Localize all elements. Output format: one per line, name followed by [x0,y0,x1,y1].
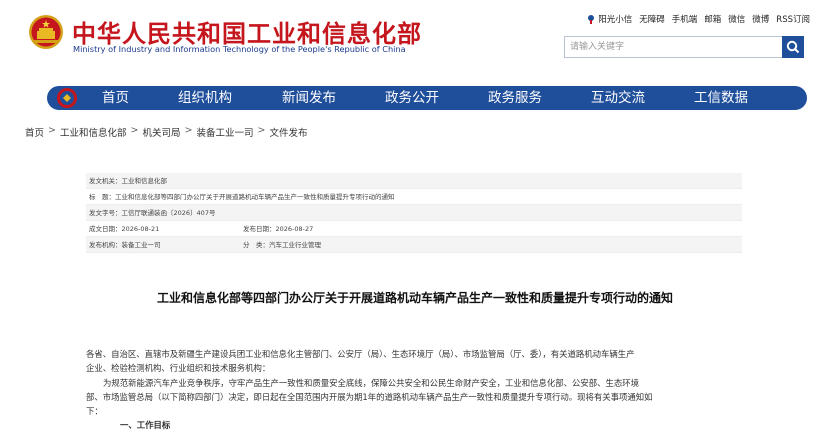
breadcrumb-separator: > [48,125,56,136]
breadcrumb-separator: > [130,125,139,136]
meta-title: 标 题：工业和信息化部等四部门办公厅关于开展道路机动车辆产品生产一致性和质量提升… [89,193,395,201]
main-nav: 首页 组织机构 新闻发布 政务公开 政务服务 互动交流 工信数据 [47,86,807,110]
body-line: 各省、自治区、直辖市及新疆生产建设兵团工业和信息化主管部门、公安厅（局）、生态环… [86,349,635,359]
meta-created-date: 成文日期：2026-08-21 [89,225,160,233]
nav-government-affairs[interactable]: 政务公开 [385,86,439,110]
nav-home[interactable]: 首页 [102,86,129,110]
toplink-mobile[interactable]: 手机端 [672,13,698,25]
ministry-logo-icon [57,88,77,108]
meta-category: 分 类：汽车工业行业管理 [243,241,321,249]
toplink-sunshine[interactable]: 阳光小信 [587,13,632,25]
meta-published-date: 发布日期：2026-08-27 [243,225,314,233]
toplink-wechat[interactable]: 微信 [728,13,745,25]
breadcrumb-separator: > [257,125,266,136]
document-body: 各省、自治区、直辖市及新疆生产建设兵团工业和信息化主管部门、公安厅（局）、生态环… [86,347,748,433]
section-heading: 一、工作目标 [120,420,171,431]
nav-news[interactable]: 新闻发布 [282,86,336,110]
body-line: 部、市场监管总局（以下简称四部门）决定，即日起在全国范围内开展为期1年的道路机动… [86,391,653,402]
search-input[interactable] [565,37,783,57]
breadcrumb-ministry[interactable]: 工业和信息化部 [60,125,127,139]
breadcrumb-departments[interactable]: 机关司局 [142,125,180,139]
toplink-label: 阳光小信 [598,15,633,25]
top-links: 阳光小信 无障碍 手机端 邮箱 微信 微博 RSS订阅 [587,13,810,25]
meta-row-doc-number: 发文字号：工信厅联通装函〔2026〕407号 [86,205,742,221]
toplink-accessibility[interactable]: 无障碍 [639,13,665,25]
meta-row-dates: 成文日期：2026-08-21 发布日期：2026-08-27 [86,221,742,237]
search-box [564,36,804,58]
toplink-rss[interactable]: RSS订阅 [776,13,810,25]
site-subtitle: Ministry of Industry and Information Tec… [73,44,406,54]
document-title: 工业和信息化部等四部门办公厅关于开展道路机动车辆产品生产一致性和质量提升专项行动… [156,291,673,305]
nav-organization[interactable]: 组织机构 [178,86,232,110]
breadcrumb-equipment-dept[interactable]: 装备工业一司 [196,125,253,139]
document-meta-table: 发文机关：工业和信息化部 标 题：工业和信息化部等四部门办公厅关于开展道路机动车… [86,173,742,253]
breadcrumb-home[interactable]: 首页 [25,125,44,139]
national-emblem-icon [29,15,63,49]
meta-agency: 发布机构：装备工业一司 [89,241,161,249]
toplink-weibo[interactable]: 微博 [752,13,769,25]
site-header: 中华人民共和国工业和信息化部 Ministry of Industry and … [0,0,830,78]
search-icon [786,40,800,54]
breadcrumb-documents[interactable]: 文件发布 [269,125,307,139]
sunshine-icon [588,15,595,24]
body-line: 下： [86,406,103,417]
meta-doc-number: 发文字号：工信厅联通装函〔2026〕407号 [89,209,216,217]
body-line: 为规范新能源汽车产业竞争秩序，守牢产品生产一致性和质量安全底线，保障公共安全和公… [103,377,639,388]
breadcrumb: 首页 > 工业和信息化部 > 机关司局 > 装备工业一司 > 文件发布 [25,125,307,139]
search-button[interactable] [782,36,804,58]
breadcrumb-separator: > [184,125,193,136]
meta-row-title: 标 题：工业和信息化部等四部门办公厅关于开展道路机动车辆产品生产一致性和质量提升… [86,189,742,205]
toplink-mail[interactable]: 邮箱 [704,13,721,25]
meta-issuer: 发文机关：工业和信息化部 [89,177,167,185]
body-line: 企业、检验检测机构、行业组织和技术服务机构： [86,363,271,374]
meta-row-agency: 发布机构：装备工业一司 分 类：汽车工业行业管理 [86,237,742,253]
nav-interaction[interactable]: 互动交流 [591,86,645,110]
meta-row-issuer: 发文机关：工业和信息化部 [86,173,742,189]
nav-data[interactable]: 工信数据 [694,86,748,110]
nav-services[interactable]: 政务服务 [488,86,542,110]
